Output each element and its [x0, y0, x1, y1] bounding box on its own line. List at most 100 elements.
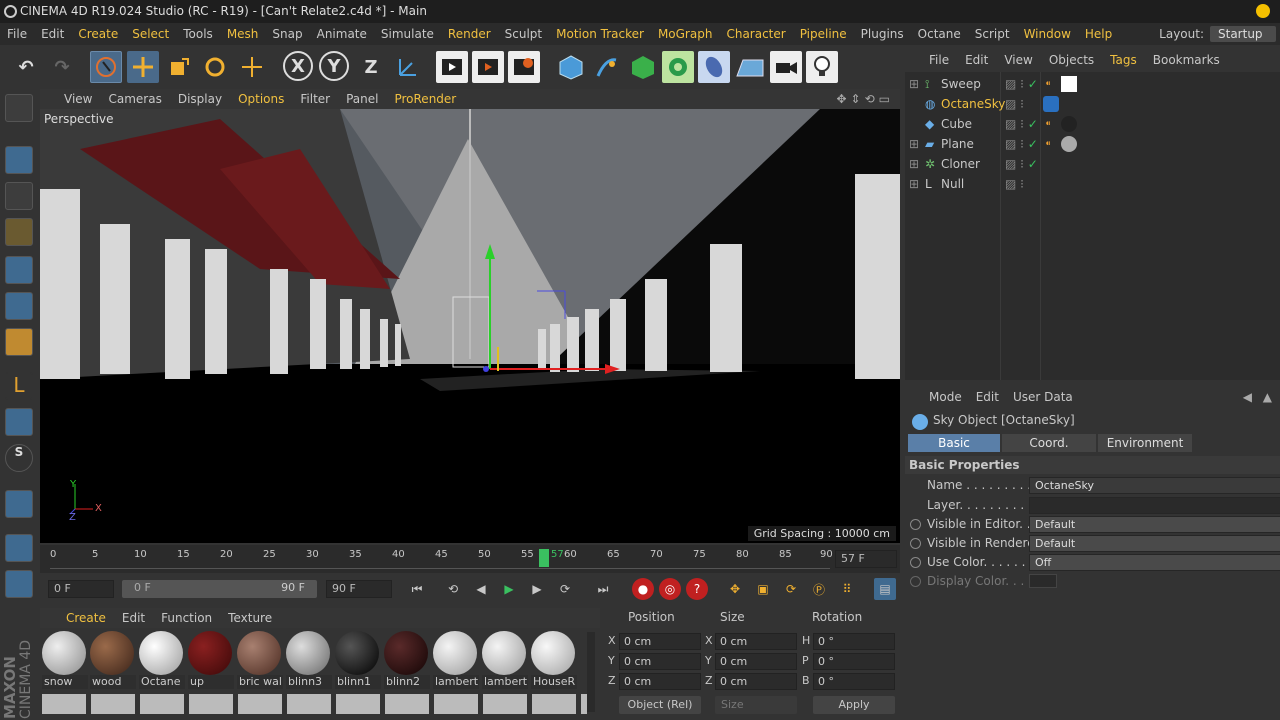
visible-editor-dropdown[interactable]: Default	[1029, 516, 1280, 533]
render-view-icon[interactable]	[436, 51, 468, 83]
menu-simulate[interactable]: Simulate	[374, 27, 441, 41]
material-row-2[interactable]	[42, 694, 587, 714]
next-key-icon[interactable]: ⟳	[554, 578, 576, 600]
om-menu-objects[interactable]: Objects	[1041, 53, 1102, 67]
menu-character[interactable]: Character	[719, 27, 792, 41]
playhead-marker[interactable]	[539, 549, 549, 567]
tab-environment-tag[interactable]: Environment Tag	[1098, 434, 1192, 468]
autokey-icon[interactable]: ◎	[659, 578, 681, 600]
pen-spline-icon[interactable]	[591, 51, 623, 83]
menu-motion-tracker[interactable]: Motion Tracker	[549, 27, 651, 41]
key-scale-icon[interactable]: ▣	[752, 578, 774, 600]
tag-icon[interactable]: ⁌	[1045, 134, 1051, 154]
menu-animate[interactable]: Animate	[310, 27, 374, 41]
ruler-track[interactable]: 0 5 10 15 20 25 30 35 40 45 50 55 60 65 …	[50, 549, 833, 569]
viewport-menu-filter[interactable]: Filter	[292, 92, 338, 106]
points-mode-icon[interactable]	[0, 253, 38, 287]
viewport-nav-icons[interactable]: ✥⇕⟲▭	[836, 92, 894, 106]
material-tag-icon[interactable]	[1061, 116, 1077, 132]
workplane-lock-icon[interactable]	[0, 531, 38, 565]
mat-menu-texture[interactable]: Texture	[220, 611, 280, 625]
key-pla-icon[interactable]: ⠿	[836, 578, 858, 600]
key-parameter-icon[interactable]: Ⓟ	[808, 578, 830, 600]
material-octane[interactable]: Octane	[139, 631, 185, 689]
material-tag-icon[interactable]	[1061, 76, 1077, 92]
layer-field[interactable]	[1029, 497, 1280, 514]
size-z-field[interactable]: 0 cm	[715, 673, 797, 690]
menu-plugins[interactable]: Plugins	[854, 27, 911, 41]
previous-frame-icon[interactable]: ◀	[470, 578, 492, 600]
undo-icon[interactable]: ↶	[10, 51, 42, 83]
menu-file[interactable]: File	[0, 27, 34, 41]
tag-icon[interactable]: ⁌	[1045, 74, 1051, 94]
timeline-ruler[interactable]: 0 5 10 15 20 25 30 35 40 45 50 55 60 65 …	[40, 545, 900, 573]
cube-object-icon[interactable]	[555, 51, 587, 83]
texture-mode-icon[interactable]	[0, 179, 38, 213]
pos-z-field[interactable]: 0 cm	[619, 673, 701, 690]
om-menu-bookmarks[interactable]: Bookmarks	[1145, 53, 1228, 67]
viewport-menu-panel[interactable]: Panel	[338, 92, 386, 106]
viewport-menu-prorender[interactable]: ProRender	[386, 92, 464, 106]
menu-mesh[interactable]: Mesh	[220, 27, 266, 41]
menu-edit[interactable]: Edit	[34, 27, 71, 41]
viewport-menu-display[interactable]: Display	[170, 92, 230, 106]
expand-icon[interactable]: ⊞	[909, 74, 919, 94]
go-to-end-icon[interactable]: ⏭	[592, 578, 614, 600]
use-color-dropdown[interactable]: Off	[1029, 554, 1280, 571]
attr-menu-mode[interactable]: Mode	[905, 390, 969, 404]
z-axis-lock-icon[interactable]: Z	[355, 51, 387, 83]
layer-icon[interactable]: ▨ ⁝	[1005, 174, 1024, 194]
material-tag-icon[interactable]	[1061, 136, 1077, 152]
material-lambert[interactable]: lambert.	[482, 631, 528, 689]
live-selection-icon[interactable]	[90, 51, 122, 83]
solo-mode-icon[interactable]: S	[0, 441, 38, 475]
axis-mode-icon[interactable]: L	[0, 369, 38, 403]
material-up[interactable]: up	[188, 631, 234, 689]
animate-toggle-icon[interactable]	[910, 538, 921, 549]
size-y-field[interactable]: 0 cm	[715, 653, 797, 670]
attr-nav-up-icon[interactable]: ▲	[1263, 390, 1272, 404]
rot-p-field[interactable]: 0 °	[813, 653, 895, 670]
material-lamberti[interactable]: lamberti	[433, 631, 479, 689]
object-row-cloner[interactable]: ⊞ ✲ Cloner ▨ ⁝ ✓	[905, 154, 1280, 174]
menu-create[interactable]: Create	[71, 27, 125, 41]
size-mode-dropdown[interactable]: Size	[715, 696, 797, 714]
menu-select[interactable]: Select	[125, 27, 176, 41]
previous-key-icon[interactable]: ⟲	[442, 578, 464, 600]
play-icon[interactable]: ▶	[498, 578, 520, 600]
rotate-tool-icon[interactable]	[199, 51, 231, 83]
rot-b-field[interactable]: 0 °	[813, 673, 895, 690]
tab-basic[interactable]: Basic	[908, 434, 1000, 452]
attr-menu-user-data[interactable]: User Data	[1006, 390, 1080, 404]
floor-icon[interactable]	[734, 51, 766, 83]
workplane-mode-icon[interactable]	[0, 215, 38, 249]
expand-icon[interactable]: ⊞	[909, 174, 919, 194]
om-menu-view[interactable]: View	[996, 53, 1040, 67]
light-icon[interactable]	[806, 51, 838, 83]
coordinate-mode-dropdown[interactable]: Object (Rel)	[619, 696, 701, 714]
material-snow[interactable]: snow	[42, 631, 88, 689]
keyframe-selection-icon[interactable]: ?	[686, 578, 708, 600]
om-menu-file[interactable]: File	[905, 53, 957, 67]
expand-icon[interactable]: ⊞	[909, 154, 919, 174]
pos-y-field[interactable]: 0 cm	[619, 653, 701, 670]
object-row-cube[interactable]: ◆ Cube ▨ ⁝ ✓ ⁌	[905, 114, 1280, 134]
record-keys-icon[interactable]: ●	[632, 578, 654, 600]
scale-tool-icon[interactable]	[163, 51, 195, 83]
mat-menu-create[interactable]: Create	[40, 611, 114, 625]
current-frame-field[interactable]: 57 F	[835, 550, 897, 568]
model-mode-icon[interactable]	[0, 143, 38, 177]
x-axis-lock-icon[interactable]: X	[283, 51, 313, 81]
render-settings-icon[interactable]	[508, 51, 540, 83]
layer-icon[interactable]: ▨ ⁝ ✓	[1005, 154, 1038, 174]
animate-toggle-icon[interactable]	[910, 557, 921, 568]
object-row-null[interactable]: ⊞ L Null ▨ ⁝	[905, 174, 1280, 194]
tag-icon[interactable]: ⁌	[1045, 114, 1051, 134]
preview-range-slider[interactable]: 0 F 90 F	[122, 580, 317, 598]
menu-pipeline[interactable]: Pipeline	[793, 27, 854, 41]
attr-nav-back-icon[interactable]: ◀	[1243, 390, 1252, 404]
animate-toggle-icon[interactable]	[910, 519, 921, 530]
menu-help[interactable]: Help	[1078, 27, 1119, 41]
menu-snap[interactable]: Snap	[265, 27, 309, 41]
object-row-octanesky[interactable]: ◍ OctaneSky ▨ ⁝	[905, 94, 1280, 114]
